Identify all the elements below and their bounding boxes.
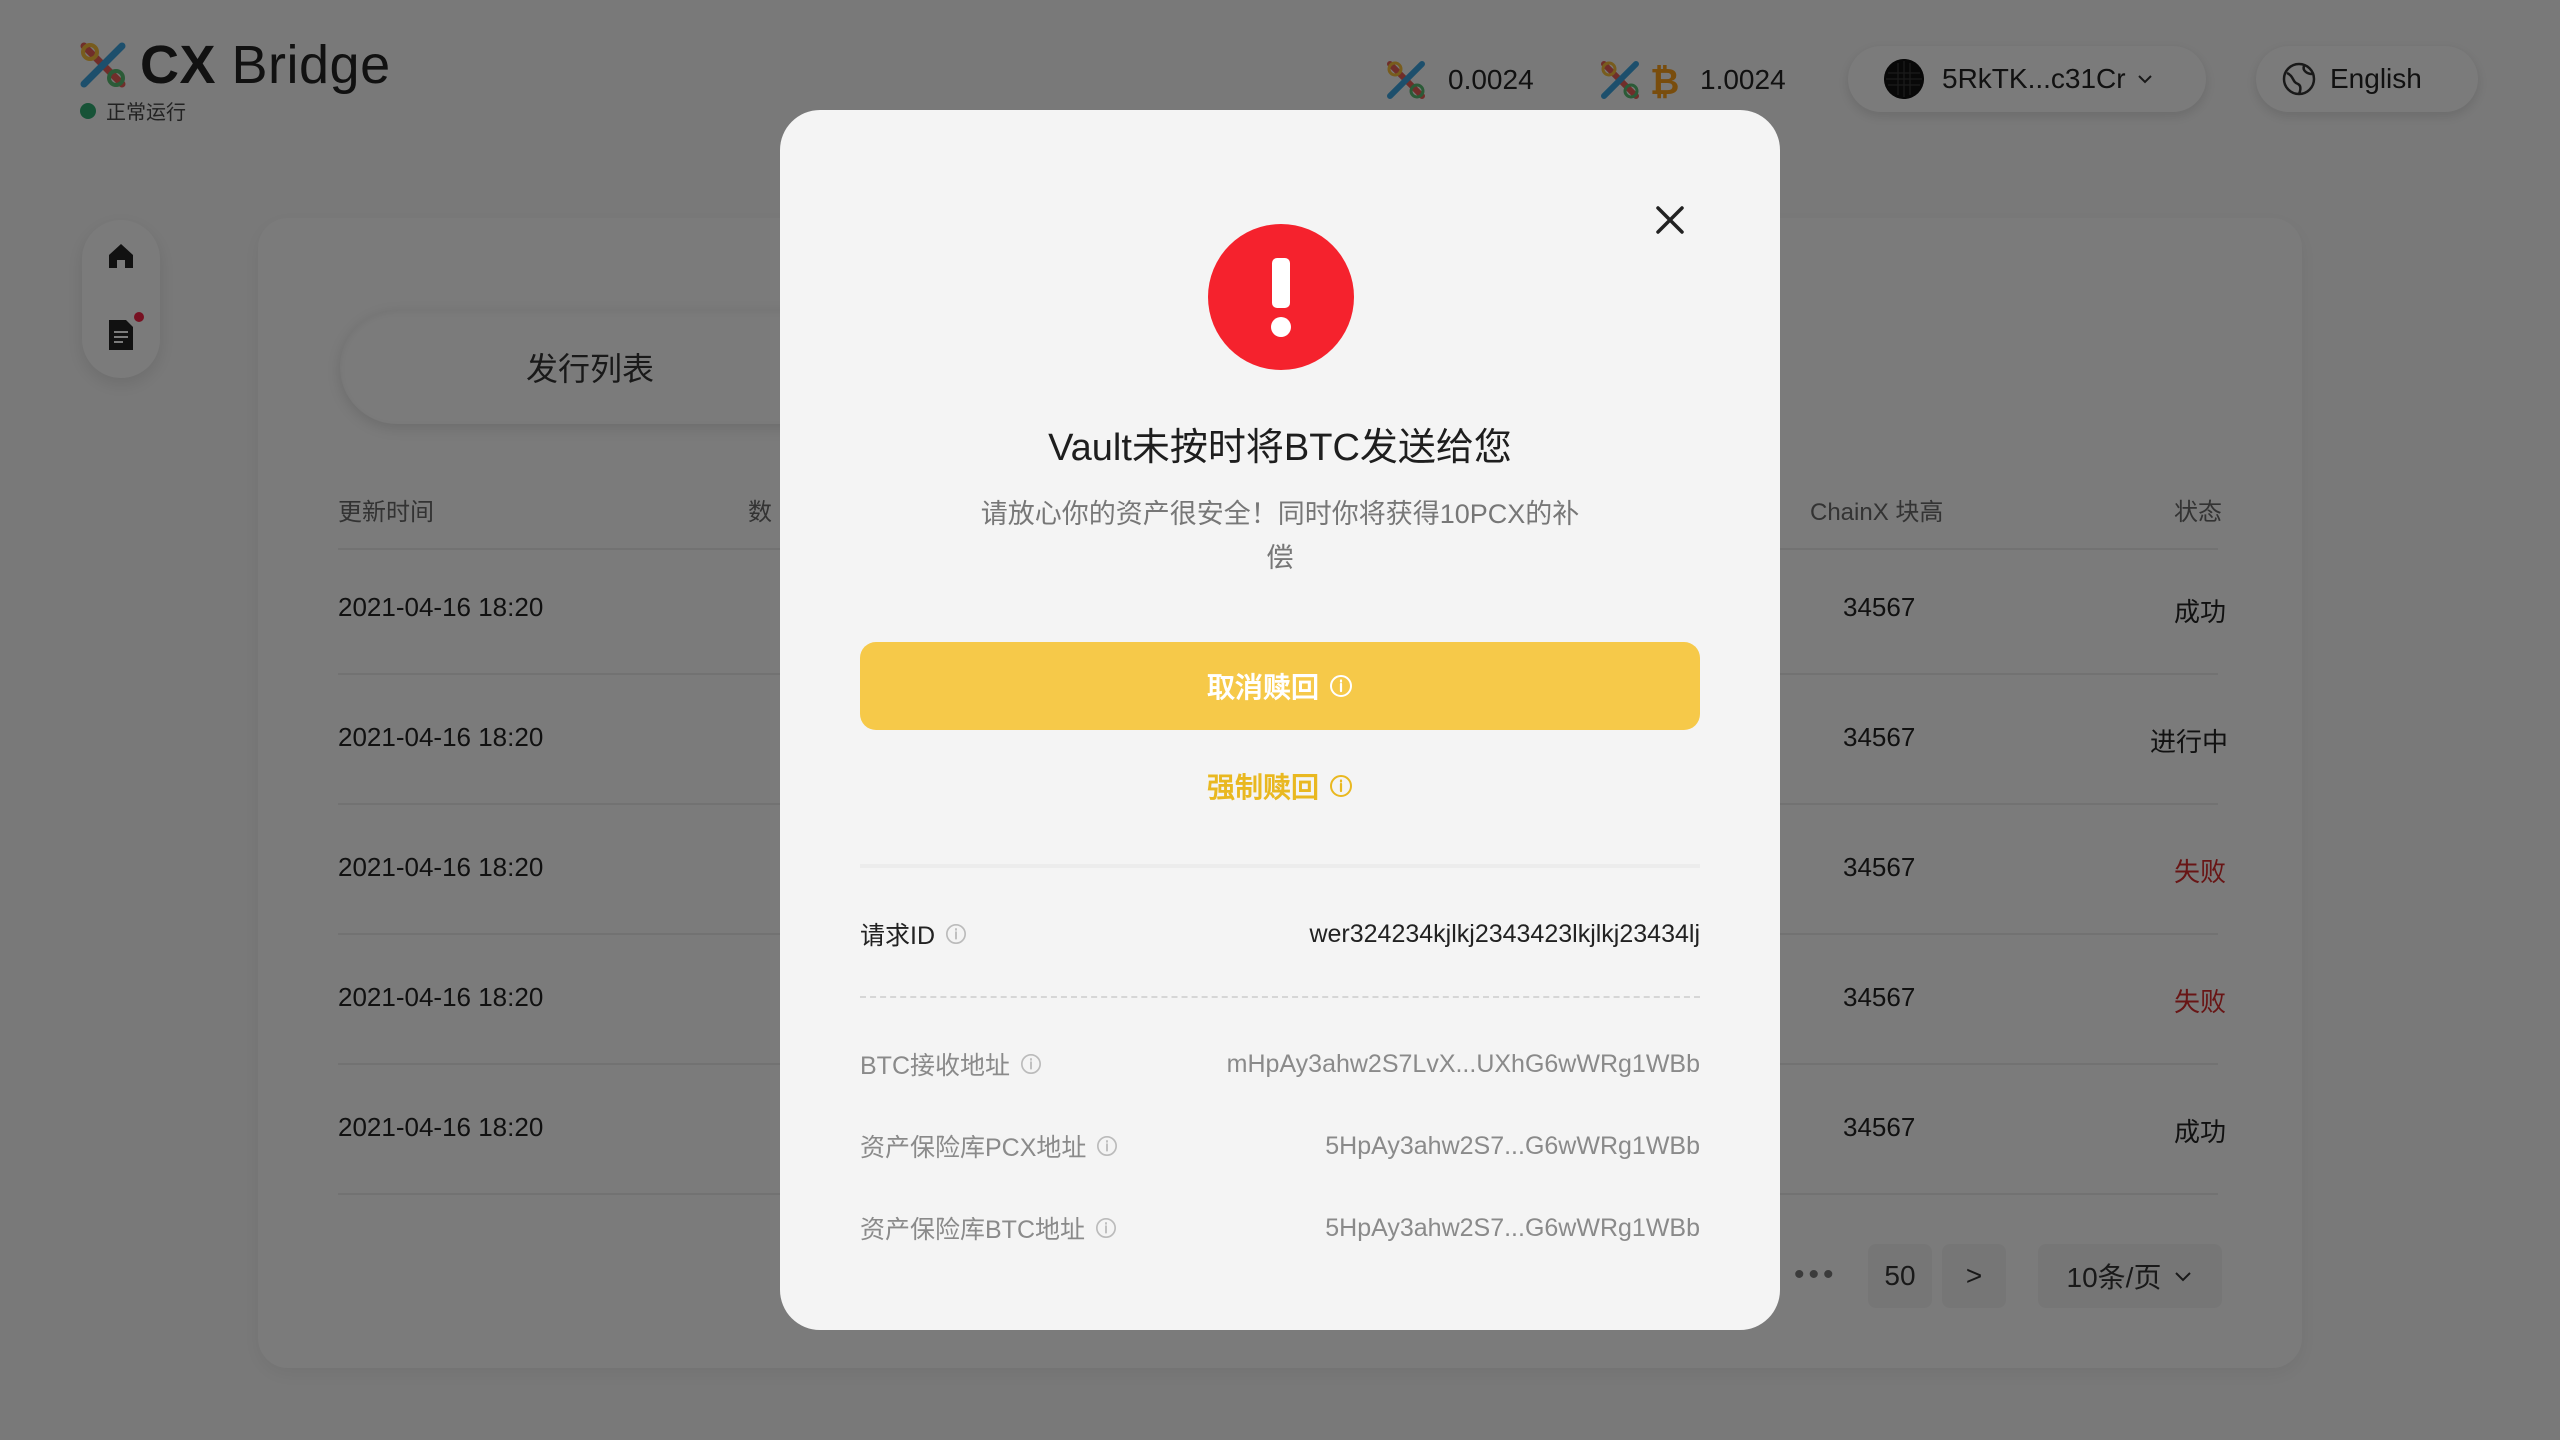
cancel-redeem-button[interactable]: 取消赎回 — [860, 642, 1700, 730]
alert-icon — [1208, 224, 1354, 370]
vault-pcx-address-row: 资产保险库PCX地址 5HpAy3ahw2S7...G6wWRg1WBb — [860, 1128, 1700, 1164]
info-icon[interactable] — [1020, 1053, 1042, 1075]
vault-btc-address-row: 资产保险库BTC地址 5HpAy3ahw2S7...G6wWRg1WBb — [860, 1210, 1700, 1246]
close-icon[interactable] — [1650, 200, 1690, 240]
request-id-row: 请求ID wer324234kjlkj2343423lkjlkj23434lj — [860, 916, 1700, 952]
request-id-label: 请求ID — [860, 922, 936, 950]
vault-btc-address-label: 资产保险库BTC地址 — [860, 1216, 1086, 1244]
cancel-redeem-label: 取消赎回 — [1206, 672, 1319, 703]
redeem-alert-dialog: Vault未按时将BTC发送给您 请放心你的资产很安全！同时你将获得10PCX的… — [780, 110, 1780, 1330]
vault-pcx-address-value: 5HpAy3ahw2S7...G6wWRg1WBb — [1325, 1131, 1700, 1160]
dashed-divider — [860, 996, 1700, 998]
info-icon — [1330, 675, 1352, 697]
vault-btc-address-value: 5HpAy3ahw2S7...G6wWRg1WBb — [1325, 1213, 1700, 1242]
info-icon[interactable] — [1095, 1217, 1117, 1239]
dialog-title: Vault未按时将BTC发送给您 — [1048, 427, 1512, 469]
dialog-subtitle: 请放心你的资产很安全！同时你将获得10PCX的补偿 — [980, 499, 1580, 573]
section-divider — [860, 864, 1700, 868]
force-redeem-label: 强制赎回 — [1206, 772, 1319, 803]
force-redeem-button[interactable]: 强制赎回 — [780, 762, 1780, 810]
btc-address-label: BTC接收地址 — [860, 1052, 1011, 1080]
request-id-value: wer324234kjlkj2343423lkjlkj23434lj — [1309, 919, 1700, 948]
vault-pcx-address-label: 资产保险库PCX地址 — [860, 1134, 1087, 1162]
btc-address-value: mHpAy3ahw2S7LvX...UXhG6wWRg1WBb — [1226, 1049, 1700, 1078]
info-icon[interactable] — [945, 923, 967, 945]
btc-address-row: BTC接收地址 mHpAy3ahw2S7LvX...UXhG6wWRg1WBb — [860, 1046, 1700, 1082]
info-icon[interactable] — [1096, 1135, 1118, 1157]
info-icon — [1330, 775, 1352, 797]
